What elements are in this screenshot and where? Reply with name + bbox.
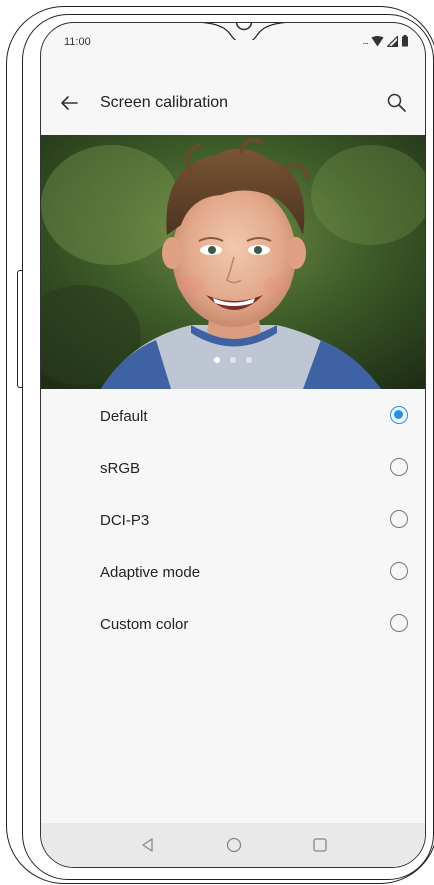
circle-home-icon[interactable] bbox=[224, 835, 244, 855]
arrow-left-icon[interactable] bbox=[57, 91, 81, 115]
page-title: Screen calibration bbox=[100, 94, 229, 111]
wifi-icon bbox=[371, 35, 384, 46]
option-label: DCI-P3 bbox=[100, 512, 150, 529]
status-icons: ... bbox=[363, 35, 409, 47]
radio-selected[interactable] bbox=[390, 406, 408, 424]
status-time: 11:00 bbox=[64, 36, 91, 48]
radio-unselected[interactable] bbox=[390, 458, 408, 476]
carousel-page-indicator bbox=[41, 357, 425, 363]
search-icon[interactable] bbox=[385, 91, 409, 115]
screen: 11:00 ... Screen calibration Default sRG… bbox=[40, 22, 426, 868]
radio-unselected[interactable] bbox=[390, 510, 408, 528]
option-label: Custom color bbox=[100, 616, 189, 633]
square-recents-icon[interactable] bbox=[310, 835, 330, 855]
option-label: Adaptive mode bbox=[100, 564, 201, 581]
calibration-options-list: Default sRGB DCI-P3 Adaptive mode Custom… bbox=[41, 391, 425, 651]
option-srgb[interactable]: sRGB bbox=[41, 443, 425, 495]
calibration-preview-image[interactable] bbox=[41, 135, 425, 389]
app-bar: Screen calibration bbox=[41, 83, 425, 123]
page-dot[interactable] bbox=[214, 357, 220, 363]
option-dci-p3[interactable]: DCI-P3 bbox=[41, 495, 425, 547]
battery-icon bbox=[402, 35, 408, 47]
status-overflow: ... bbox=[362, 35, 369, 47]
option-label: Default bbox=[100, 408, 148, 425]
child-portrait-image bbox=[41, 135, 425, 389]
camera-notch bbox=[201, 23, 287, 40]
phone-side-button bbox=[17, 270, 22, 388]
option-adaptive-mode[interactable]: Adaptive mode bbox=[41, 547, 425, 599]
page-dot[interactable] bbox=[246, 357, 252, 363]
signal-icon bbox=[387, 35, 398, 47]
page-dot[interactable] bbox=[230, 357, 236, 363]
triangle-back-icon[interactable] bbox=[138, 835, 158, 855]
option-custom-color[interactable]: Custom color bbox=[41, 599, 425, 651]
option-label: sRGB bbox=[100, 460, 141, 477]
radio-unselected[interactable] bbox=[390, 614, 408, 632]
radio-unselected[interactable] bbox=[390, 562, 408, 580]
option-default[interactable]: Default bbox=[41, 391, 425, 443]
system-nav-bar bbox=[41, 823, 425, 867]
